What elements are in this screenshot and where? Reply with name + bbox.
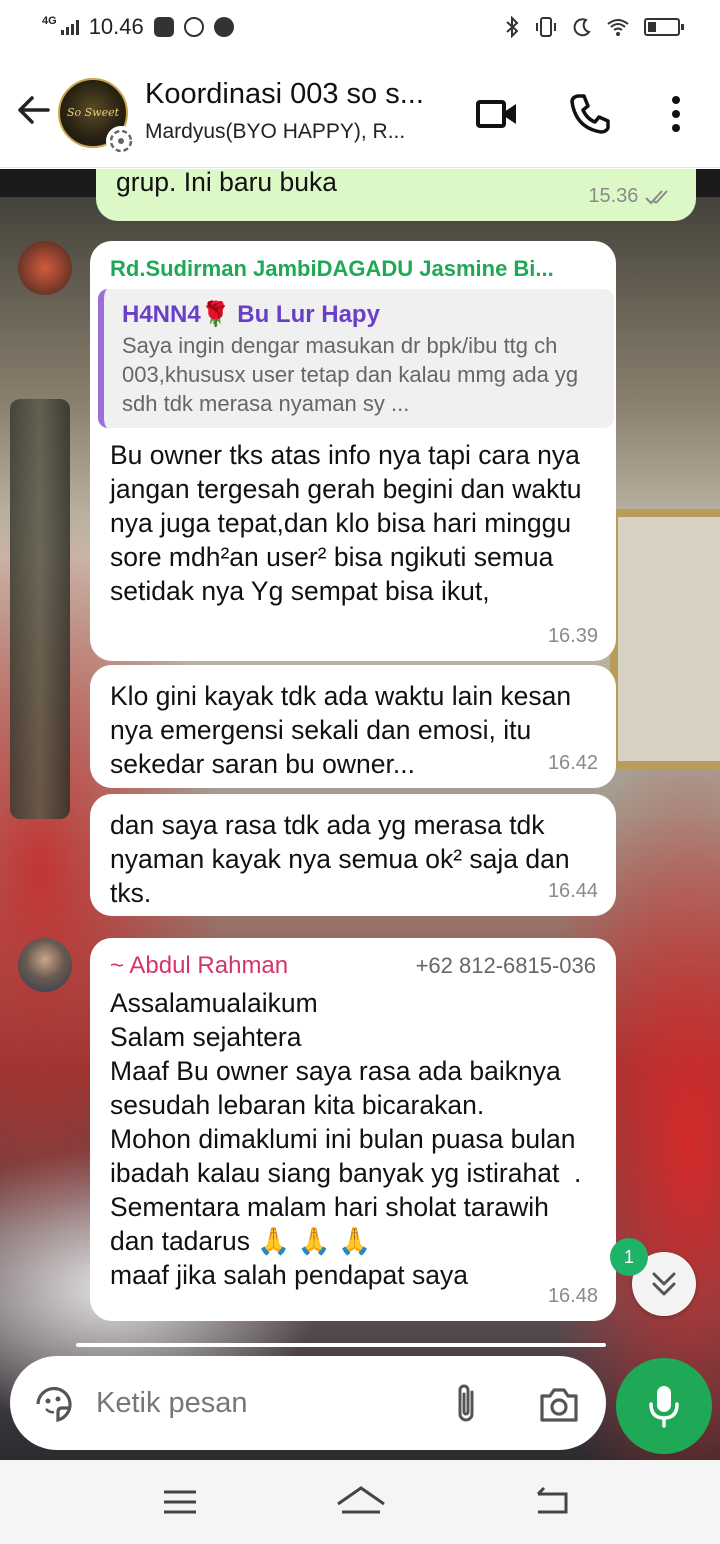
back-arrow-icon[interactable] [14,90,54,130]
message-bubble-incoming[interactable]: Klo gini kayak tdk ada waktu lain kesan … [90,665,616,788]
voice-message-button[interactable] [616,1358,712,1454]
home-icon[interactable] [334,1480,388,1524]
chat-participants[interactable]: Mardyus(BYO HAPPY), R... [145,120,405,144]
sender-phone[interactable]: +62 812-6815-036 [416,952,596,980]
read-receipt-icon [645,190,668,205]
recent-apps-menu-icon[interactable] [156,1480,204,1524]
sender-row: ~ Abdul Rahman +62 812-6815-036 [110,952,596,980]
quoted-text: Saya ingin dengar masukan dr bpk/ibu ttg… [122,333,579,416]
chat-title[interactable]: Koordinasi 003 so s... [145,78,424,111]
message-text: Klo gini kayak tdk ada waktu lain kesan … [110,681,579,779]
back-navigation-icon[interactable] [528,1480,576,1524]
network-type: 4G [42,15,57,27]
facebook-icon [153,17,174,37]
sender-avatar[interactable] [18,938,72,992]
message-text: dan saya rasa tdk ada yg merasa tdk nyam… [110,810,577,908]
more-options-icon[interactable] [652,90,700,138]
message-input[interactable] [96,1380,416,1426]
system-navigation-bar [0,1460,720,1544]
signal-icon [60,19,79,35]
clock: 10.46 [88,14,144,39]
message-bubble-outgoing[interactable]: grup. Ini baru buka 15.36 [96,169,696,221]
message-time: 16.48 [547,1285,598,1307]
voice-call-icon[interactable] [566,90,614,138]
video-call-icon[interactable] [472,90,520,138]
status-ring-icon [106,126,136,156]
message-text: Assalamualaikum Salam sejahtera Maaf Bu … [110,988,582,1290]
quoted-message[interactable]: H4NN4🌹 Bu Lur Hapy Saya ingin dengar mas… [98,289,614,428]
vibrate-icon [536,17,556,37]
message-composer [10,1356,606,1450]
chat-header: So Sweet Koordinasi 003 so s... Mardyus(… [0,56,720,168]
wallpaper-decoration [10,399,70,819]
status-bar: 4G 10.46 [0,0,720,56]
message-bubble-incoming[interactable]: ~ Abdul Rahman +62 812-6815-036 Assalamu… [90,938,616,1321]
scroll-indicator [76,1343,606,1347]
group-avatar[interactable]: So Sweet [58,78,136,156]
sender-avatar[interactable] [18,241,72,295]
message-time: 16.44 [547,880,598,902]
wallpaper-decoration [610,509,720,769]
bluetooth-icon [506,16,519,38]
message-bubble-incoming[interactable]: dan saya rasa tdk ada yg merasa tdk nyam… [90,794,616,916]
microphone-icon [649,1386,679,1428]
chat-notification-icon [213,17,234,37]
do-not-disturb-moon-icon [573,18,591,37]
message-bubble-incoming[interactable]: Rd.Sudirman JambiDAGADU Jasmine Bi... H4… [90,241,616,661]
battery-icon [644,18,684,36]
sender-name[interactable]: ~ Abdul Rahman [110,952,288,980]
camera-icon[interactable] [536,1382,582,1426]
quoted-sender: H4NN4🌹 Bu Lur Hapy [122,301,380,328]
message-time: 16.39 [547,625,598,647]
attachment-paperclip-icon[interactable] [448,1382,484,1426]
sender-name[interactable]: Rd.Sudirman JambiDAGADU Jasmine Bi... [110,255,596,283]
message-text: Bu owner tks atas info nya tapi cara nya… [110,440,589,606]
sticker-emoji-icon[interactable] [32,1382,76,1426]
message-time: 16.42 [547,752,598,774]
sync-icon [183,17,204,37]
unread-count-badge: 1 [610,1238,648,1276]
message-time: 15.36 [588,179,678,213]
wifi-icon [607,19,629,36]
